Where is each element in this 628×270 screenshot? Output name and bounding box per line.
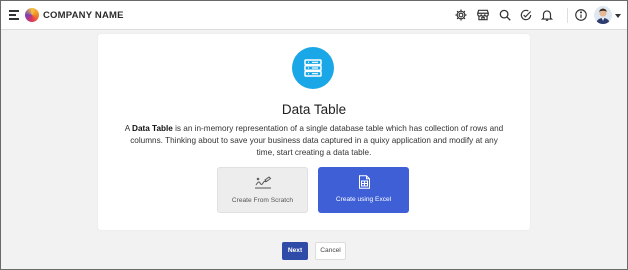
page-title: Data Table [281,102,347,117]
option-label: Create using Excel [335,196,392,203]
data-table-card: Data Table A Data Table is an in-memory … [98,34,530,230]
create-from-scratch-button[interactable]: Create From Scratch [217,167,308,213]
description-text: A Data Table is an in-memory representat… [124,124,504,157]
top-navbar: COMPANY NAME [1,1,627,30]
search-icon[interactable] [498,8,512,22]
menu-icon[interactable] [9,10,19,20]
toolbar-divider [567,8,568,23]
option-label: Create From Scratch [231,197,294,204]
avatar[interactable] [594,6,612,24]
cancel-button[interactable]: Cancel [315,242,346,260]
task-check-icon[interactable] [519,8,533,22]
company-name[interactable]: COMPANY NAME [43,10,124,21]
company-logo[interactable] [25,8,39,22]
sign-pen-icon [255,176,272,189]
next-button[interactable]: Next [282,242,308,260]
bell-icon[interactable] [540,8,554,22]
create-using-excel-button[interactable]: Create using Excel [318,167,409,213]
chevron-down-icon[interactable] [615,14,621,18]
description-bold-term: Data Table [132,124,173,133]
excel-file-icon [359,175,370,189]
gear-icon[interactable] [454,8,468,22]
server-icon [292,47,334,89]
info-icon[interactable] [574,8,588,22]
store-icon[interactable] [476,8,490,22]
